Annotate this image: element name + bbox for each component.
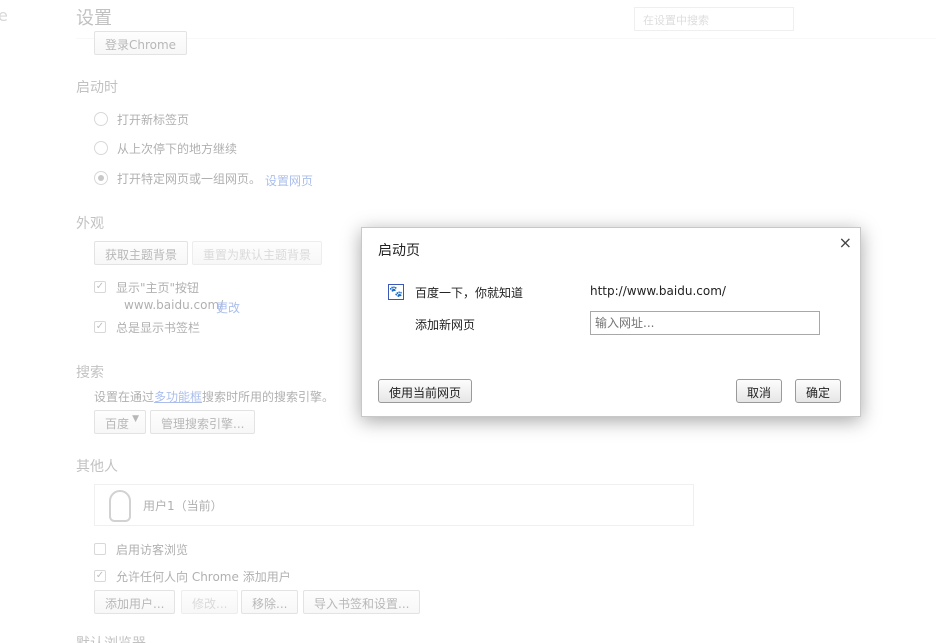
search-desc-prefix: 设置在通过 [94, 390, 155, 404]
user-list[interactable]: 用户1（当前） [94, 484, 694, 526]
add-user-button[interactable]: 添加用户... [94, 590, 176, 614]
use-current-pages-button[interactable]: 使用当前网页 [378, 379, 473, 403]
page-url[interactable]: http://www.baidu.com/ [590, 284, 726, 298]
search-heading: 搜索 [76, 365, 104, 381]
omnibox-link[interactable]: 多功能框 [154, 390, 202, 404]
url-input[interactable] [590, 311, 820, 335]
show-home-checkbox[interactable]: ✓ [94, 281, 106, 293]
edit-user-button[interactable]: 修改... [181, 590, 239, 614]
cancel-button[interactable]: 取消 [736, 379, 783, 403]
baidu-paw-icon: 🐾 [388, 284, 404, 300]
side-letter: e [0, 6, 8, 25]
add-page-label: 添加新网页 [415, 318, 476, 332]
manage-search-engines-button[interactable]: 管理搜索引擎... [150, 410, 256, 434]
reset-theme-button[interactable]: 重置为默认主题背景 [192, 241, 323, 265]
chevron-down-icon: ▼ [132, 414, 139, 424]
home-url: www.baidu.com/ [124, 298, 224, 312]
page-name[interactable]: 百度一下，你就知道 [415, 284, 523, 301]
search-description: 设置在通过多功能框搜索时所用的搜索引擎。 [94, 388, 334, 405]
appearance-heading: 外观 [76, 216, 104, 232]
startup-radio-specific[interactable] [94, 171, 108, 185]
startup-pages-dialog: 启动页 × 🐾 百度一下，你就知道 http://www.baidu.com/ … [361, 227, 861, 417]
show-bookmarks-checkbox[interactable]: ✓ [94, 321, 106, 333]
startup-radio-new-tab[interactable] [94, 112, 108, 126]
avatar [109, 490, 131, 522]
people-heading: 其他人 [76, 459, 118, 475]
change-home-link[interactable]: 更改 [216, 299, 240, 316]
guest-browsing-checkbox[interactable] [94, 543, 106, 555]
dialog-title: 启动页 [378, 243, 420, 259]
startup-heading: 启动时 [76, 80, 118, 96]
default-browser-heading: 默认浏览器 [76, 633, 146, 643]
close-icon[interactable]: × [839, 233, 852, 252]
search-desc-suffix: 搜索时所用的搜索引擎。 [202, 390, 335, 404]
startup-option-new-tab: 打开新标签页 [117, 113, 190, 127]
page-title: 设置 [76, 8, 112, 29]
allow-add-user-checkbox[interactable]: ✓ [94, 570, 106, 582]
startup-option-continue: 从上次停下的地方继续 [117, 142, 238, 156]
show-bookmarks-label: 总是显示书签栏 [116, 321, 201, 335]
startup-option-specific: 打开特定网页或一组网页。 [117, 172, 262, 186]
guest-browsing-label: 启用访客浏览 [116, 543, 189, 557]
remove-user-button[interactable]: 移除... [241, 590, 299, 614]
get-themes-button[interactable]: 获取主题背景 [94, 241, 189, 265]
search-engine-select[interactable]: 百度 ▼ [94, 410, 146, 434]
search-engine-value: 百度 [105, 417, 130, 431]
header-divider [76, 38, 936, 39]
user-name: 用户1（当前） [143, 499, 223, 513]
ok-button[interactable]: 确定 [795, 379, 842, 403]
allow-add-user-label: 允许任何人向 Chrome 添加用户 [116, 570, 291, 584]
show-home-label: 显示"主页"按钮 [116, 281, 200, 295]
import-bookmarks-button[interactable]: 导入书签和设置... [303, 590, 421, 614]
signin-chrome-button[interactable]: 登录Chrome [94, 31, 188, 55]
set-pages-link[interactable]: 设置网页 [265, 172, 313, 189]
settings-search-input[interactable]: 在设置中搜索 [634, 7, 794, 31]
startup-radio-continue[interactable] [94, 141, 108, 155]
